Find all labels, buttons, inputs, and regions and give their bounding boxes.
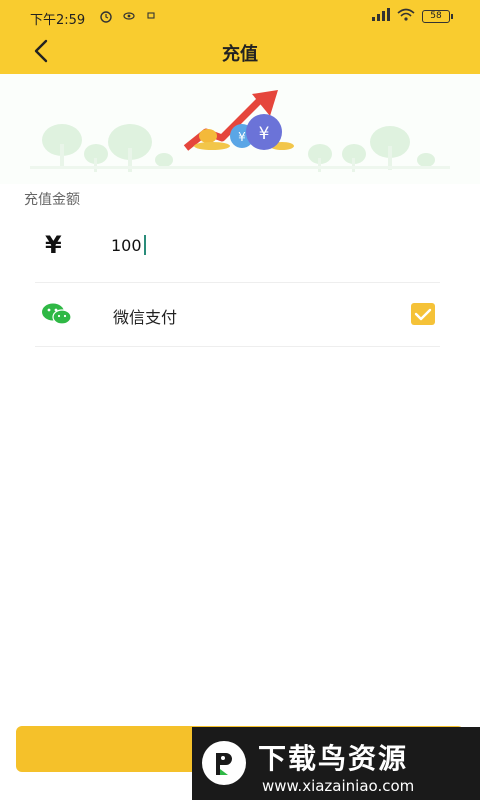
yen-icon: ¥ <box>45 231 62 259</box>
signal-icon <box>372 8 390 21</box>
svg-text:¥: ¥ <box>259 124 270 144</box>
wechat-pay-checkbox[interactable] <box>411 303 435 325</box>
amount-row: ¥ <box>35 210 440 283</box>
check-icon <box>414 308 432 321</box>
header-bar: 下午2:59 58 充值 <box>0 0 480 74</box>
svg-text:¥: ¥ <box>238 130 246 144</box>
battery-indicator: 58 <box>422 10 453 23</box>
watermark-url: www.xiazainiao.com <box>262 777 415 795</box>
payment-method-row[interactable]: 微信支付 <box>35 282 440 347</box>
wechat-icon <box>42 303 72 325</box>
recharge-banner-illustration: ¥ ¥ <box>0 74 480 184</box>
wechat-pay-label: 微信支付 <box>113 308 178 327</box>
status-time: 下午2:59 <box>30 13 86 28</box>
text-cursor <box>144 235 146 255</box>
notification-icon <box>147 12 155 19</box>
bird-logo-icon <box>202 741 246 785</box>
amount-input[interactable] <box>111 230 411 260</box>
alarm-icon <box>100 11 112 23</box>
wifi-icon <box>397 8 415 21</box>
recharge-amount-label: 充值金额 <box>24 192 80 208</box>
watermark-overlay: 下载鸟资源 www.xiazainiao.com <box>192 727 480 800</box>
eye-icon <box>123 12 135 20</box>
watermark-title: 下载鸟资源 <box>258 742 409 775</box>
status-bar: 下午2:59 58 <box>0 0 480 32</box>
page-title: 充值 <box>222 44 258 65</box>
